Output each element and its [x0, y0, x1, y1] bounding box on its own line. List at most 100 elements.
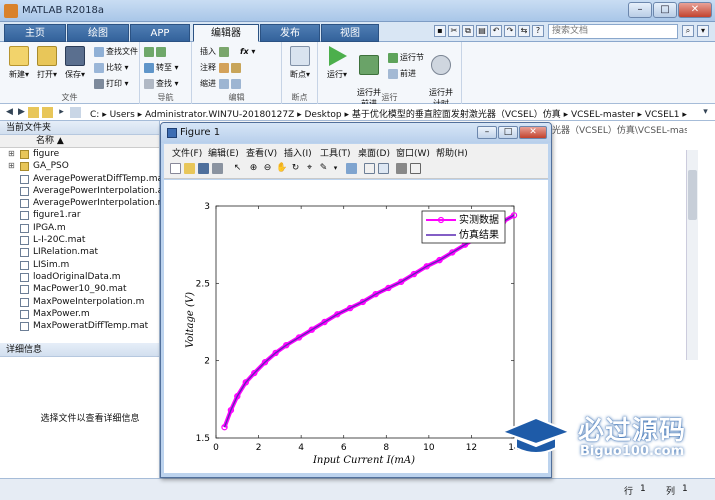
scrollbar-thumb[interactable]: [688, 170, 697, 220]
name-column-header[interactable]: 名称 ▲: [0, 135, 159, 148]
brush-icon[interactable]: ✎: [318, 163, 329, 174]
comment-button[interactable]: 注释: [200, 62, 243, 74]
file-row[interactable]: figure1.rar: [0, 209, 159, 221]
find-files-button[interactable]: 查找文件: [94, 46, 138, 58]
file-row[interactable]: L-I-20C.mat: [0, 234, 159, 246]
link-plot-icon[interactable]: [346, 163, 357, 174]
file-row[interactable]: MacPower10_90.mat: [0, 283, 159, 295]
maximize-button[interactable]: □: [653, 2, 677, 18]
compare-button[interactable]: 比较 ▾: [94, 62, 129, 74]
new-figure-icon[interactable]: [170, 163, 181, 174]
address-dropdown-icon[interactable]: ▾: [700, 107, 711, 118]
menu-insert[interactable]: 插入(I): [284, 146, 312, 159]
figure-close-button[interactable]: ✕: [519, 126, 547, 139]
file-row[interactable]: IPGA.m: [0, 222, 159, 234]
menu-help[interactable]: 帮助(H): [436, 146, 468, 159]
show-plot-tools-icon[interactable]: [410, 163, 421, 174]
save-figure-icon[interactable]: [198, 163, 209, 174]
data-cursor-icon[interactable]: ⌖: [304, 163, 315, 174]
file-row[interactable]: loadOriginalData.m: [0, 271, 159, 283]
up-folder-icon[interactable]: [28, 107, 39, 118]
file-row[interactable]: MaxPoweratDiffTemp.mat: [0, 320, 159, 332]
advance-button[interactable]: 前进: [388, 68, 416, 80]
file-row[interactable]: MaxPower.m: [0, 308, 159, 320]
tab-apps[interactable]: APP: [130, 24, 190, 42]
run-section-button[interactable]: 运行节: [388, 52, 424, 64]
file-row[interactable]: LISim.m: [0, 259, 159, 271]
help-icon[interactable]: ?: [532, 25, 544, 37]
brush-dropdown-icon[interactable]: ▾: [330, 163, 341, 174]
tab-editor[interactable]: 编辑器: [193, 24, 259, 42]
open-button[interactable]: 打开▾: [32, 46, 62, 80]
current-folder-address-bar[interactable]: ◀ ▶ ▸ C: ▸ Users ▸ Administrator.WIN7U-2…: [0, 104, 715, 121]
breakpoints-button[interactable]: 断点▾: [285, 46, 315, 80]
switch-windows-icon[interactable]: ⇆: [518, 25, 530, 37]
insert-legend-icon[interactable]: [378, 163, 389, 174]
tab-home[interactable]: 主页: [4, 24, 66, 42]
menu-desktop[interactable]: 桌面(D): [358, 146, 390, 159]
pan-icon[interactable]: ✋: [276, 163, 287, 174]
goto-button[interactable]: 转至 ▾: [144, 62, 179, 74]
editor-scrollbar[interactable]: [686, 150, 698, 360]
folder-row[interactable]: ⊞ figure: [0, 148, 159, 160]
menu-tools[interactable]: 工具(T): [320, 146, 351, 159]
breadcrumb-desktop[interactable]: Desktop: [305, 110, 342, 120]
edit-plot-icon[interactable]: ↖: [232, 163, 243, 174]
hide-plot-tools-icon[interactable]: [396, 163, 407, 174]
save-button[interactable]: 保存▾: [60, 46, 90, 80]
save-icon[interactable]: ▪: [434, 25, 446, 37]
breadcrumb-users[interactable]: Users: [110, 110, 135, 120]
search-icon[interactable]: ⌕: [682, 25, 694, 37]
legend[interactable]: 实测数据 仿真结果: [421, 210, 506, 244]
insert-button[interactable]: 插入: [200, 46, 231, 58]
figure-maximize-button[interactable]: □: [498, 126, 518, 139]
nav-arrows[interactable]: [144, 46, 168, 58]
menu-edit[interactable]: 编辑(E): [208, 146, 239, 159]
rotate-3d-icon[interactable]: ↻: [290, 163, 301, 174]
folder-row[interactable]: ⊞ GA_PSO: [0, 160, 159, 172]
breadcrumb-vcsel1[interactable]: VCSEL1: [645, 110, 680, 120]
run-button[interactable]: 运行▾: [322, 46, 352, 80]
tab-publish[interactable]: 发布: [260, 24, 320, 42]
file-row[interactable]: AveragePowerInterpolation.asv: [0, 185, 173, 197]
tab-plots[interactable]: 绘图: [67, 24, 129, 42]
expand-icon[interactable]: ⊞: [8, 160, 15, 172]
copy-icon[interactable]: ⧉: [462, 25, 474, 37]
file-icon: [20, 297, 29, 307]
breadcrumb-project[interactable]: 基于优化模型的垂直腔面发射激光器（VCSEL）仿真: [352, 110, 561, 120]
close-button[interactable]: ✕: [678, 2, 712, 18]
undo-icon[interactable]: ↶: [490, 25, 502, 37]
zoom-out-icon[interactable]: ⊖: [262, 163, 273, 174]
zoom-in-icon[interactable]: ⊕: [248, 163, 259, 174]
print-button[interactable]: 打印 ▾: [94, 78, 129, 90]
file-row[interactable]: AveragePoweratDiffTemp.mat: [0, 173, 167, 185]
breadcrumb-vcsel-master[interactable]: VCSEL-master: [571, 110, 635, 120]
file-row[interactable]: MaxPoweInterpolation.m: [0, 296, 159, 308]
search-documentation-input[interactable]: 搜索文档: [548, 24, 678, 39]
new-button[interactable]: 新建▾: [4, 46, 34, 80]
cut-icon[interactable]: ✂: [448, 25, 460, 37]
open-file-icon[interactable]: [184, 163, 195, 174]
print-figure-icon[interactable]: [212, 163, 223, 174]
menu-file[interactable]: 文件(F): [172, 146, 202, 159]
expand-icon[interactable]: ⊞: [8, 148, 15, 160]
fx-button[interactable]: fx ▾: [240, 46, 255, 58]
tab-view[interactable]: 视图: [321, 24, 379, 42]
file-row[interactable]: AveragePowerInterpolation.m: [0, 197, 166, 209]
forward-icon[interactable]: ▶: [16, 107, 27, 118]
redo-icon[interactable]: ↷: [504, 25, 516, 37]
file-row[interactable]: LIRelation.mat: [0, 246, 159, 258]
ribbon-menu-icon[interactable]: ▾: [697, 25, 709, 37]
breadcrumb-user[interactable]: Administrator.WIN7U-20180127Z: [145, 110, 294, 120]
menu-window[interactable]: 窗口(W): [396, 146, 430, 159]
minimize-button[interactable]: –: [628, 2, 652, 18]
figure-minimize-button[interactable]: –: [477, 126, 497, 139]
indent-button[interactable]: 缩进: [200, 78, 243, 90]
menu-view[interactable]: 查看(V): [246, 146, 277, 159]
breadcrumb-drive[interactable]: C:: [90, 110, 99, 120]
paste-icon[interactable]: ▤: [476, 25, 488, 37]
find-button[interactable]: 查找 ▾: [144, 78, 179, 90]
back-icon[interactable]: ◀: [4, 107, 15, 118]
browse-folder-icon[interactable]: [42, 107, 53, 118]
insert-colorbar-icon[interactable]: [364, 163, 375, 174]
